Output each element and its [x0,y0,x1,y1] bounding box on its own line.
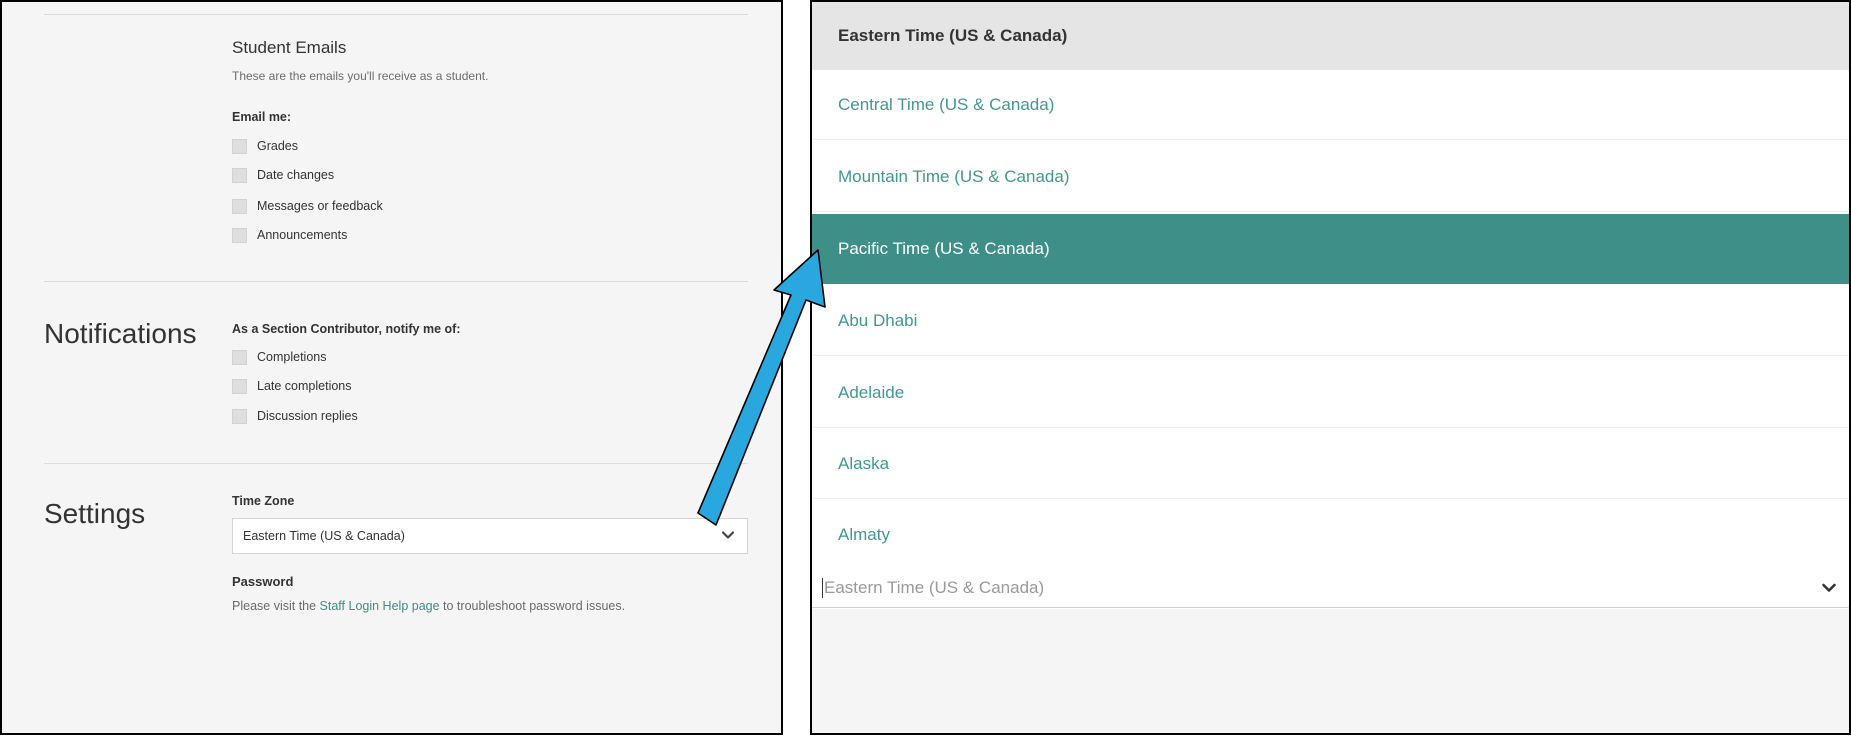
option-label: Mountain Time (US & Canada) [838,166,1070,186]
staff-login-help-link[interactable]: Staff Login Help page [320,599,440,613]
checkbox-label: Grades [257,139,298,153]
section-divider [44,281,748,282]
password-label: Password [232,574,294,589]
checkbox-late-completions[interactable]: Late completions [232,377,352,395]
late-completions-checkbox[interactable] [232,378,247,394]
dropdown-header-label: Eastern Time (US & Canada) [838,26,1068,45]
checkbox-date-changes[interactable]: Date changes [232,166,334,184]
checkbox-grades[interactable]: Grades [232,137,298,155]
checkbox-label: Date changes [257,168,335,182]
notify-me-label: As a Section Contributor, notify me of: [232,322,461,336]
text-caret [822,577,823,598]
dropdown-option-selected[interactable]: Pacific Time (US & Canada) [812,214,1849,284]
option-label: Almaty [838,525,890,544]
student-emails-description: These are the emails you'll receive as a… [232,69,489,83]
checkbox-label: Completions [257,350,327,364]
dropdown-option[interactable]: Alaska [812,429,1849,499]
chevron-down-icon[interactable] [1821,580,1837,596]
completions-checkbox[interactable] [232,349,247,365]
option-label: Adelaide [838,382,905,402]
time-zone-label: Time Zone [232,494,295,508]
password-text-before: Please visit the [232,599,320,613]
dropdown-footer-area [812,609,1849,733]
date-changes-checkbox[interactable] [232,167,247,183]
account-settings-panel: Student Emails These are the emails you'… [0,0,783,735]
notifications-heading: Notifications [44,318,197,349]
dropdown-current-selection[interactable]: Eastern Time (US & Canada) [812,2,1849,70]
time-zone-dropdown-panel: Eastern Time (US & Canada) Central Time … [810,0,1851,735]
section-divider [44,14,748,15]
checkbox-discussion-replies[interactable]: Discussion replies [232,407,358,425]
dropdown-option[interactable]: Adelaide [812,358,1849,428]
grades-checkbox[interactable] [232,138,247,154]
dropdown-option[interactable]: Almaty [812,500,1849,570]
password-text-after: to troubleshoot password issues. [439,599,626,613]
email-me-label: Email me: [232,110,292,124]
checkbox-completions[interactable]: Completions [232,348,326,366]
announcements-checkbox[interactable] [232,227,247,243]
option-label: Pacific Time (US & Canada) [838,238,1050,258]
checkbox-label: Late completions [257,379,352,393]
checkbox-messages-feedback[interactable]: Messages or feedback [232,197,383,215]
password-help-text: Please visit the Staff Login Help page t… [232,599,625,613]
dropdown-option[interactable]: Abu Dhabi [812,286,1849,356]
option-label: Abu Dhabi [838,310,918,330]
time-zone-select[interactable]: Eastern Time (US & Canada) [232,518,748,554]
option-label: Alaska [838,453,890,473]
dropdown-option[interactable]: Central Time (US & Canada) [812,70,1849,140]
checkbox-label: Messages or feedback [257,199,383,213]
section-divider [44,463,748,464]
chevron-down-icon [721,531,735,539]
messages-feedback-checkbox[interactable] [232,198,247,214]
student-emails-title: Student Emails [232,38,347,57]
search-placeholder: Eastern Time (US & Canada) [824,577,1045,597]
dropdown-option[interactable]: Mountain Time (US & Canada) [812,142,1849,212]
time-zone-search-input[interactable]: Eastern Time (US & Canada) [812,568,1849,608]
checkbox-label: Discussion replies [257,409,358,423]
checkbox-announcements[interactable]: Announcements [232,226,347,244]
option-label: Central Time (US & Canada) [838,94,1055,114]
checkbox-label: Announcements [257,228,348,242]
time-zone-value: Eastern Time (US & Canada) [243,529,405,543]
discussion-replies-checkbox[interactable] [232,408,247,424]
settings-heading: Settings [44,498,146,529]
